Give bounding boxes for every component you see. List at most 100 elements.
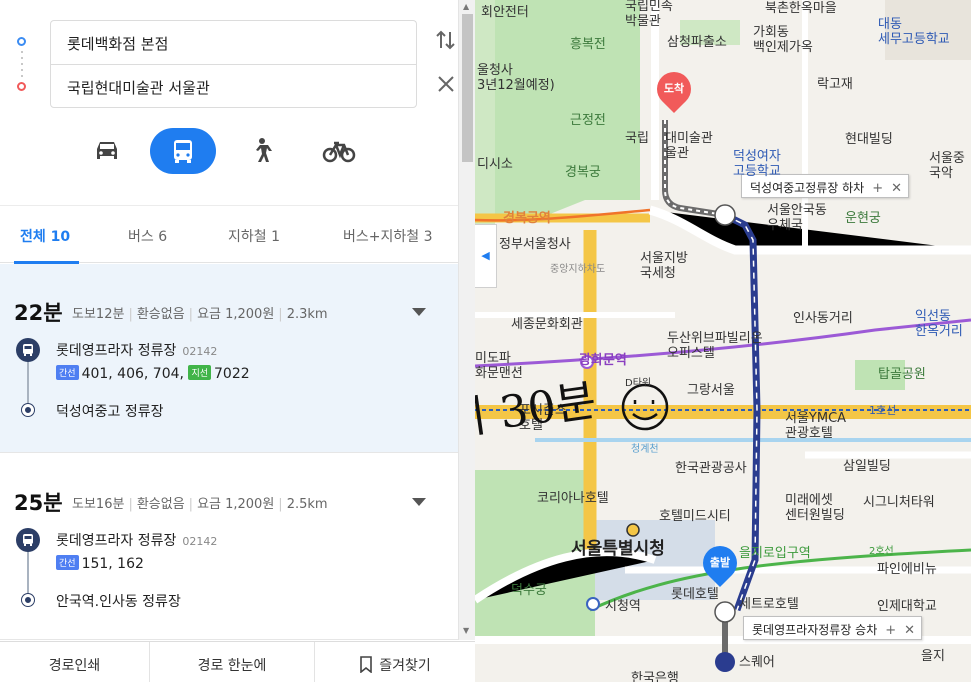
map-label: 덕수궁 [511,583,547,598]
bus-stop-icon [16,338,40,362]
map-label: 대미술관 울관 [665,131,713,161]
map-label: 스퀘어 [739,655,775,670]
close-icon [438,76,454,92]
route-option-2[interactable]: 25분 도보16분 | 환승없음 | 요금 1,200원 | 2.5km 롯데영프라자 정류… [0,454,458,640]
map-label: 경복궁 [565,165,601,180]
destination-marker[interactable]: 도착 [649,64,699,114]
bus-lines: 간선 151, 162 [56,555,144,572]
bookmark-icon [360,656,373,674]
map-label: 울청사 3년12월예정) [477,63,555,93]
scrollbar-thumb[interactable] [462,14,473,162]
distance: 2.3km [286,307,328,322]
city-hall-icon [626,523,640,537]
map-label: 두산위브파빌리온 오피스텔 [667,331,763,361]
map-label: 근정전 [570,113,606,128]
map-label: 롯데호텔 [671,587,719,602]
map-label: 시그니처타워 [863,495,935,510]
trunk-bus-numbers: 401, 406, 704, [81,366,184,382]
bike-icon [322,141,356,163]
mode-walk-button[interactable] [228,128,294,174]
bottom-action-bar: 경로인쇄 경로 한눈에 즐겨찾기 [0,641,475,682]
map-label: 한국은행 [631,671,679,682]
panel-scrollbar[interactable]: ▲ ▼ [458,0,475,640]
favorite-button[interactable]: 즐겨찾기 [315,642,475,682]
map-label: 을지로입구역 [739,546,811,561]
map-label: 서울중 국악 [929,151,965,181]
route-type-tabs: 전체 10 버스 6 지하철 1 버스+지하철 3 [0,205,458,264]
transfer-info: 환승없음 [136,307,185,322]
tab-all[interactable]: 전체 10 [20,226,70,246]
route-duration: 22분 [14,301,63,325]
map-label: 호텔미드시티 [659,509,731,524]
walk-time: 도보12분 [72,307,125,322]
map-label: 을지 [921,649,945,664]
origin-pin-icon [17,37,26,46]
walk-waypoint-icon [714,601,736,623]
city-hall-station-icon [586,597,600,611]
map-label: 삼청파출소 [667,35,727,50]
mode-bus-button[interactable] [150,128,216,174]
transfer-info: 환승없음 [136,497,185,512]
expand-chevron-icon[interactable] [412,308,426,316]
alight-stop-dot [22,404,34,416]
collapse-panel-button[interactable]: ◀ [475,224,497,288]
start-marker-label: 출발 [709,556,731,569]
plus-icon[interactable]: + [885,623,896,638]
car-icon [97,142,117,159]
fare: 요금 1,200원 [197,497,275,512]
map-label: 디시소 [477,157,513,172]
gyeongbokgung-park [495,0,640,220]
trunk-bus-badge: 간선 [56,365,79,380]
map-label: 인사동거리 [793,311,853,326]
route-duration: 25분 [14,491,63,515]
map-label: 가회동 백인제가옥 [753,25,813,55]
scroll-down-arrow-icon[interactable]: ▼ [463,626,469,635]
map-label: 청계천 [631,444,659,455]
map-label: 현대빌딩 [845,132,893,147]
map-label: 파인에비뉴 [877,562,937,577]
route-summary: 도보12분 | 환승없음 | 요금 1,200원 | 2.3km [72,307,328,322]
close-icon[interactable]: ✕ [891,181,902,196]
clear-button[interactable] [433,74,458,100]
chevron-left-icon: ◀ [481,249,490,262]
map-label: 운현궁 [845,211,881,226]
mode-car-button[interactable] [74,128,140,174]
route-option-1[interactable]: 22분 도보12분 | 환승없음 | 요금 1,200원 | 2.3km 롯데영프라자 정류… [0,264,458,453]
map-label: 광화문역 [579,353,627,368]
mode-bike-button[interactable] [305,128,371,174]
destination-pin-icon [17,82,26,91]
close-icon[interactable]: ✕ [904,623,915,638]
trunk-bus-numbers: 151, 162 [81,556,144,572]
directions-panel: 롯데백화점 본점 국립현대미술관 서울관 전체 10 버스 6 지하철 1 버스… [0,0,475,682]
route-overview-button[interactable]: 경로 한눈에 [150,642,315,682]
branch-bus-numbers: 7022 [214,366,250,382]
destination-marker-label: 도착 [663,82,685,95]
bus-stop-icon [16,528,40,552]
print-route-button[interactable]: 경로인쇄 [0,642,150,682]
board-callout: 롯데영프라자정류장 승차 + ✕ [743,616,923,640]
scroll-up-arrow-icon[interactable]: ▲ [463,2,469,11]
start-marker[interactable]: 출발 [695,538,745,588]
destination-input[interactable]: 국립현대미술관 서울관 [50,64,417,108]
map-label: 흥복전 [570,37,606,52]
tab-bus[interactable]: 버스 6 [128,226,167,246]
map-label: 서울지방 국세청 [640,251,688,281]
expand-chevron-icon[interactable] [412,498,426,506]
route-summary: 도보16분 | 환승없음 | 요금 1,200원 | 2.5km [72,497,328,512]
map-label: 서울특별시청 [571,539,665,559]
map-label: 대동 세무고등학교 [878,17,950,47]
map-label: 국립 [625,131,649,146]
swap-button[interactable] [433,28,458,56]
plus-icon[interactable]: + [872,181,883,196]
tab-bus-subway[interactable]: 버스+지하철 3 [343,226,433,246]
map-label: 경복궁역 [503,211,551,226]
map-label: 서울YMCA 관광호텔 [785,411,847,441]
map-view[interactable]: ◀ 도착 출발 덕성여중고정류장 하차 + ✕ 롯데영프라자정류장 승차 + ✕ 회안전… [475,0,971,682]
stop-code: 02142 [182,535,218,548]
bus-stop-map-icon [715,652,735,672]
map-label: 중앙지하차도 [550,264,606,275]
alight-stop-dot [22,594,34,606]
tab-subway[interactable]: 지하철 1 [228,226,280,246]
bus-icon [174,140,192,163]
origin-input[interactable]: 롯데백화점 본점 [50,20,417,64]
